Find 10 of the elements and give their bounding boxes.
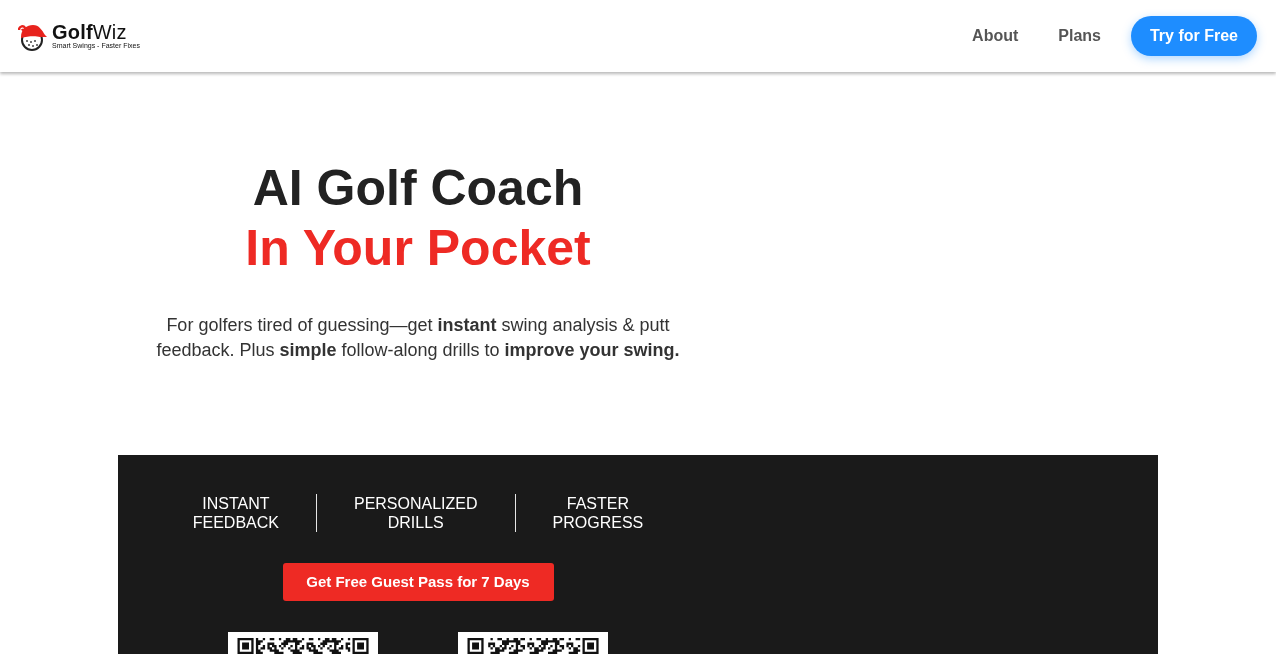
nav-link[interactable]: About — [972, 20, 1019, 52]
feature-label: INSTANT FEEDBACK — [191, 494, 280, 532]
logo-text[interactable]: GolfWiz — [52, 22, 140, 42]
hero-title-highlight: In Your Pocket — [245, 219, 591, 278]
hero-description: For golfers tired of guessing—get instant swing analysis & putt feedback. Plus simple follow-along drills to improve your swing. — [155, 314, 681, 362]
hero-title: AI Golf Coach — [252, 159, 584, 218]
nav-link[interactable]: Plans — [1058, 20, 1101, 52]
feature-label: FASTER PROGRESS — [551, 494, 645, 532]
guest-pass-button[interactable]: Get Free Guest Pass for 7 Days — [282, 563, 554, 601]
feature-label: PERSONALIZED DRILLS — [352, 494, 479, 532]
